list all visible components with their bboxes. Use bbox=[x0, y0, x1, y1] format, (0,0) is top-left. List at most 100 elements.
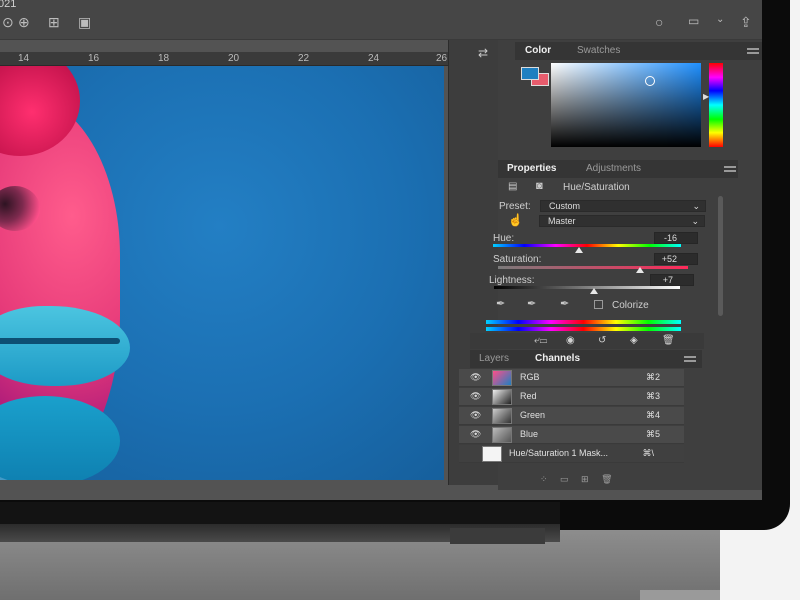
channel-row[interactable]: 👁 Red ⌘3 bbox=[459, 388, 684, 406]
colorize-label: Colorize bbox=[612, 300, 649, 311]
preset-label: Preset: bbox=[499, 201, 531, 212]
foreground-color-swatch[interactable] bbox=[521, 67, 539, 80]
eye-icon[interactable]: 👁 bbox=[470, 372, 481, 383]
saturation-value: +52 bbox=[661, 254, 677, 264]
view-previous-state-icon[interactable]: ◉ bbox=[566, 335, 575, 346]
channel-shortcut: ⌘4 bbox=[645, 410, 660, 420]
horizontal-ruler: 14 16 18 20 22 24 26 bbox=[0, 52, 450, 66]
eyedropper-add-icon[interactable]: ✒ bbox=[527, 297, 536, 310]
eyedropper-icon[interactable]: ✒ bbox=[496, 297, 505, 310]
channel-thumbnail bbox=[492, 389, 512, 405]
trash-icon[interactable]: 🗑 bbox=[662, 335, 675, 346]
ruler-tick: 22 bbox=[298, 53, 310, 64]
collapse-panels-icon[interactable]: ⇄ bbox=[478, 46, 488, 60]
channel-row[interactable]: Hue/Saturation 1 Mask... ⌘\ bbox=[459, 445, 684, 463]
search-icon[interactable]: ○ bbox=[655, 14, 663, 30]
hue-value-field[interactable]: -16 bbox=[654, 232, 698, 244]
layers-panel-header: Layers Channels bbox=[470, 350, 702, 368]
video-icon[interactable]: ▣ bbox=[78, 14, 91, 31]
channel-row[interactable]: 👁 Green ⌘4 bbox=[459, 407, 684, 425]
channel-name: Red bbox=[520, 391, 537, 401]
hue-value: -16 bbox=[663, 233, 677, 243]
share-icon[interactable]: ⇪ bbox=[740, 14, 752, 31]
panel-menu-icon[interactable] bbox=[724, 166, 736, 172]
options-bar: 021 ⊙ ⊕ ⊞ ▣ ○ ▭ ⌄ ⇪ bbox=[0, 0, 762, 40]
ruler-tick: 24 bbox=[368, 53, 380, 64]
hue-range-bar-top bbox=[486, 320, 681, 324]
chevron-down-icon: ⌄ bbox=[692, 201, 700, 211]
hue-range-bar-bottom bbox=[486, 327, 681, 331]
eye-icon[interactable]: 👁 bbox=[470, 429, 481, 440]
arrange-icon[interactable]: ⊞ bbox=[48, 14, 60, 31]
ruler-tick: 16 bbox=[88, 53, 100, 64]
channel-value: Master bbox=[548, 216, 576, 226]
ruler-tick: 18 bbox=[158, 53, 170, 64]
color-picker-field[interactable] bbox=[551, 63, 701, 147]
tab-layers[interactable]: Layers bbox=[479, 353, 509, 364]
channel-row[interactable]: 👁 RGB ⌘2 bbox=[459, 369, 684, 387]
lightness-label: Lightness: bbox=[489, 275, 535, 286]
lightness-track[interactable] bbox=[494, 286, 680, 289]
channel-dropdown[interactable]: Master ⌄ bbox=[539, 215, 705, 227]
panel-menu-icon[interactable] bbox=[684, 356, 696, 362]
hue-slider-arrow[interactable]: ▶ bbox=[703, 92, 709, 101]
channel-shortcut: ⌘2 bbox=[645, 372, 660, 382]
hue-slider[interactable] bbox=[709, 63, 723, 147]
panel-menu-icon[interactable] bbox=[747, 48, 759, 54]
laptop-hinge-notch bbox=[450, 528, 545, 544]
preset-dropdown[interactable]: Custom ⌄ bbox=[540, 200, 706, 212]
workspace-dropdown-icon[interactable]: ⌄ bbox=[716, 14, 724, 25]
chevron-down-icon: ⌄ bbox=[691, 216, 699, 226]
hue-slider-knob[interactable] bbox=[575, 247, 583, 253]
channel-shortcut: ⌘3 bbox=[645, 391, 660, 401]
layer-mask-icon[interactable]: ◙ bbox=[536, 180, 543, 192]
channels-footer-icons[interactable]: ⁘ ▭ ⊞ 🗑 bbox=[540, 474, 613, 485]
tab-color[interactable]: Color bbox=[525, 45, 551, 56]
eyedropper-subtract-icon[interactable]: ✒ bbox=[560, 297, 569, 310]
eye-icon[interactable]: 👁 bbox=[470, 391, 481, 402]
ruler-tick: 14 bbox=[18, 53, 30, 64]
channel-name: Green bbox=[520, 410, 546, 420]
properties-scrollbar[interactable] bbox=[718, 196, 723, 316]
targeted-adjustment-hand-icon[interactable]: ☝ bbox=[508, 213, 523, 227]
laptop-hinge bbox=[0, 502, 560, 526]
channel-name: Hue/Saturation 1 Mask... bbox=[509, 448, 609, 458]
color-picker-cursor[interactable] bbox=[645, 76, 655, 86]
align-icon[interactable]: ⊙ bbox=[2, 14, 14, 31]
channel-shortcut: ⌘5 bbox=[645, 429, 660, 439]
visibility-icon[interactable]: ◈ bbox=[630, 335, 638, 346]
portrait-mouth bbox=[0, 338, 120, 344]
tab-adjustments[interactable]: Adjustments bbox=[586, 163, 641, 174]
hue-track[interactable] bbox=[493, 244, 681, 247]
ruler-tick: 20 bbox=[228, 53, 240, 64]
clip-to-layer-icon[interactable]: ⤶▭ bbox=[534, 335, 547, 346]
channel-row[interactable]: 👁 Blue ⌘5 bbox=[459, 426, 684, 444]
workspace-icon[interactable]: ▭ bbox=[688, 14, 699, 28]
eye-icon[interactable]: 👁 bbox=[470, 410, 481, 421]
adjustment-name: Hue/Saturation bbox=[563, 182, 630, 193]
saturation-track[interactable] bbox=[498, 266, 688, 269]
tab-channels[interactable]: Channels bbox=[535, 353, 580, 364]
channel-thumbnail bbox=[492, 408, 512, 424]
tab-properties[interactable]: Properties bbox=[507, 163, 556, 174]
channel-thumbnail bbox=[482, 446, 502, 462]
lightness-slider-knob[interactable] bbox=[590, 288, 598, 294]
tab-swatches[interactable]: Swatches bbox=[577, 45, 620, 56]
color-panel-header: Color Swatches bbox=[515, 42, 762, 60]
channel-thumbnail bbox=[492, 427, 512, 443]
saturation-label: Saturation: bbox=[493, 254, 542, 265]
ruler-tick: 26 bbox=[436, 53, 448, 64]
saturation-value-field[interactable]: +52 bbox=[654, 253, 698, 265]
lightness-value-field[interactable]: +7 bbox=[650, 274, 694, 286]
channel-name: RGB bbox=[520, 372, 540, 382]
document-title-fragment: 021 bbox=[0, 0, 17, 10]
preset-value: Custom bbox=[549, 201, 581, 211]
saturation-slider-knob[interactable] bbox=[636, 267, 644, 273]
distribute-icon[interactable]: ⊕ bbox=[18, 14, 30, 31]
document-canvas[interactable] bbox=[0, 66, 444, 480]
reset-icon[interactable]: ↺ bbox=[598, 335, 606, 346]
photoshop-screen: 021 ⊙ ⊕ ⊞ ▣ ○ ▭ ⌄ ⇪ 14 16 18 20 22 24 26… bbox=[0, 0, 762, 500]
lightness-value: +7 bbox=[662, 275, 673, 285]
channel-name: Blue bbox=[520, 429, 539, 439]
colorize-checkbox[interactable] bbox=[594, 300, 603, 309]
